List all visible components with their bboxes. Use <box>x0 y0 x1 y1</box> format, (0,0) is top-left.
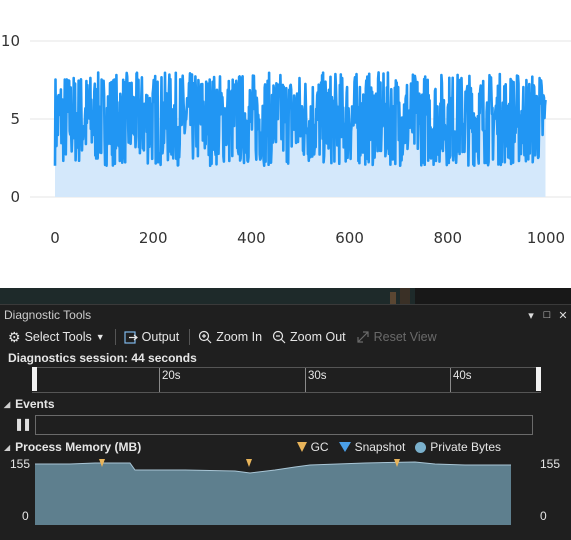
session-duration: Diagnostics session: 44 seconds <box>8 351 197 365</box>
close-icon[interactable]: ✕ <box>555 309 571 322</box>
x-tick-label: 200 <box>139 229 168 247</box>
process-memory-label: Process Memory (MB) <box>15 440 142 454</box>
diagnostic-tools-panel: Diagnostic Tools ▾ □ ✕ ⚙ Select Tools ▼ … <box>0 304 571 540</box>
editor-marker <box>390 292 396 304</box>
events-label: Events <box>15 397 55 411</box>
private-bytes-area <box>35 462 511 525</box>
legend-snapshot: Snapshot <box>338 440 406 454</box>
snapshot-marker-icon <box>338 442 351 452</box>
ruler-label: 40s <box>453 370 472 382</box>
x-tick-label: 400 <box>237 229 266 247</box>
maximize-icon[interactable]: □ <box>539 309 555 321</box>
timeline-end-handle[interactable] <box>536 367 541 391</box>
private-bytes-dot-icon <box>415 441 427 453</box>
toolbar-separator <box>114 329 116 345</box>
x-tick-label: 800 <box>433 229 462 247</box>
editor-strip <box>0 288 571 304</box>
output-label: Output <box>141 330 180 344</box>
y-tick-label: 10 <box>1 32 20 50</box>
y-tick-label: 5 <box>10 110 20 128</box>
reset-view-button[interactable]: Reset View <box>356 330 437 344</box>
ruler-label: 30s <box>308 370 327 382</box>
timeline-start-handle[interactable] <box>32 367 37 391</box>
memory-graph[interactable] <box>35 459 515 525</box>
editor-dark-pane <box>415 288 571 304</box>
memory-y-max-left: 155 <box>10 457 31 471</box>
gear-icon: ⚙ <box>8 328 21 345</box>
zoom-in-button[interactable]: Zoom In <box>198 330 262 344</box>
select-tools-label: Select Tools <box>24 330 92 344</box>
legend-gc: GC <box>296 440 329 454</box>
memory-y-min-right: 0 <box>540 509 547 523</box>
output-icon <box>124 330 138 344</box>
memory-graph-area: 155 0 155 0 <box>0 457 571 533</box>
panel-titlebar: Diagnostic Tools ▾ □ ✕ <box>0 304 571 325</box>
reset-view-icon <box>357 331 369 343</box>
ruler-tick <box>159 368 160 392</box>
collapse-triangle-icon[interactable]: ◢ <box>4 400 10 409</box>
timeline-ruler[interactable]: 20s 30s 40s <box>32 367 541 393</box>
ruler-tick <box>450 368 451 392</box>
legend-private-bytes-label: Private Bytes <box>430 440 501 454</box>
panel-menu-dropdown-icon[interactable]: ▾ <box>523 309 539 322</box>
collapse-triangle-icon[interactable]: ◢ <box>4 443 10 452</box>
toolbar-separator <box>189 329 191 345</box>
memory-y-min-left: 0 <box>22 509 29 523</box>
select-tools-button[interactable]: ⚙ Select Tools ▼ <box>8 329 105 346</box>
events-track[interactable] <box>35 415 533 435</box>
output-button[interactable]: Output <box>124 330 180 344</box>
gc-event-marker[interactable] <box>246 459 252 467</box>
legend-snapshot-label: Snapshot <box>354 440 406 454</box>
editor-marker-2 <box>400 288 410 304</box>
x-tick-label: 0 <box>50 229 60 247</box>
ruler-tick <box>305 368 306 392</box>
zoom-out-icon <box>272 330 286 344</box>
line-chart: 10 5 0 0 200 400 600 800 1000 <box>0 0 571 288</box>
memory-y-max-right: 155 <box>540 457 561 471</box>
zoom-out-label: Zoom Out <box>290 330 346 344</box>
ruler-label: 20s <box>162 370 181 382</box>
events-header[interactable]: ◢ Events <box>0 395 571 413</box>
events-row: ❚❚ <box>0 413 571 435</box>
zoom-out-button[interactable]: Zoom Out <box>272 330 346 344</box>
legend-gc-label: GC <box>310 440 329 454</box>
gc-marker-icon <box>296 442 307 452</box>
pause-icon[interactable]: ❚❚ <box>14 417 32 431</box>
process-memory-header: ◢ Process Memory (MB) GC Snapshot Privat… <box>0 437 571 457</box>
chart-svg: 10 5 0 0 200 400 600 800 1000 <box>1 32 571 247</box>
y-tick-label: 0 <box>10 188 20 206</box>
legend-private-bytes: Private Bytes <box>415 440 501 454</box>
panel-title: Diagnostic Tools <box>4 308 92 322</box>
x-tick-label: 600 <box>335 229 364 247</box>
zoom-in-icon <box>199 330 212 344</box>
x-tick-label: 1000 <box>527 229 565 247</box>
chevron-down-icon: ▼ <box>95 332 105 342</box>
reset-view-label: Reset View <box>373 330 437 344</box>
diagnostic-toolbar: ⚙ Select Tools ▼ Output Zoom In Zoom Out… <box>0 325 571 349</box>
zoom-in-label: Zoom In <box>216 330 263 344</box>
